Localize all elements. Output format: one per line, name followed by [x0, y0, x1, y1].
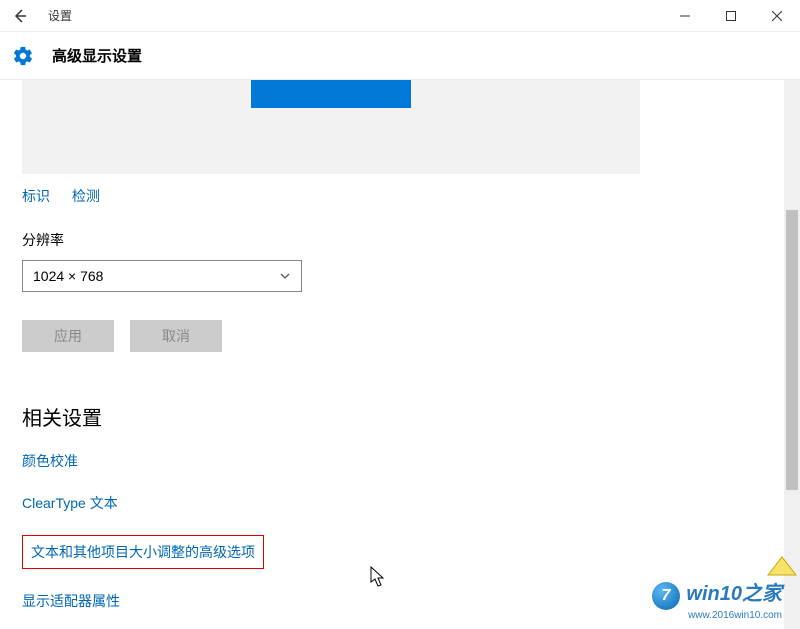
content-area: 标识 检测 分辨率 1024 × 768 应用 取消 相关设置 颜色校准 Cle… [0, 80, 800, 629]
minimize-icon [680, 11, 690, 21]
close-icon [772, 11, 782, 21]
resolution-value: 1024 × 768 [33, 268, 103, 284]
page-header: 高级显示设置 [0, 32, 800, 80]
maximize-button[interactable] [708, 0, 754, 32]
watermark-badge: 7 [652, 582, 680, 610]
resolution-dropdown[interactable]: 1024 × 768 [22, 260, 302, 292]
chevron-down-icon [279, 270, 291, 282]
minimize-button[interactable] [662, 0, 708, 32]
page-title: 高级显示设置 [52, 45, 142, 66]
detect-link[interactable]: 检测 [72, 188, 100, 204]
action-buttons: 应用 取消 [22, 320, 800, 352]
color-calibration-link[interactable]: 颜色校准 [22, 451, 78, 471]
page-curl-icon [764, 553, 800, 577]
watermark-url: www.2016win10.com [652, 610, 782, 621]
text-sizing-advanced-link[interactable]: 文本和其他项目大小调整的高级选项 [31, 544, 255, 560]
gear-icon [12, 45, 34, 67]
highlighted-link-box: 文本和其他项目大小调整的高级选项 [22, 535, 264, 569]
watermark: 7 win10之家 www.2016win10.com [652, 582, 782, 621]
watermark-brand: win10之家 [686, 583, 782, 605]
display-adapter-properties-link[interactable]: 显示适配器属性 [22, 591, 120, 611]
apply-button[interactable]: 应用 [22, 320, 114, 352]
display-preview [22, 80, 640, 174]
cancel-button[interactable]: 取消 [130, 320, 222, 352]
monitor-thumbnail[interactable] [251, 80, 411, 108]
close-button[interactable] [754, 0, 800, 32]
vertical-scrollbar[interactable] [784, 80, 800, 629]
cleartype-link[interactable]: ClearType 文本 [22, 493, 118, 513]
resolution-label: 分辨率 [22, 230, 800, 250]
scrollbar-thumb[interactable] [786, 210, 798, 490]
back-button[interactable] [0, 0, 40, 32]
window-titlebar: 设置 [0, 0, 800, 32]
maximize-icon [726, 11, 736, 21]
window-title: 设置 [48, 7, 72, 24]
display-actions: 标识 检测 [22, 186, 800, 206]
identify-link[interactable]: 标识 [22, 188, 50, 204]
related-settings-heading: 相关设置 [22, 402, 800, 431]
back-arrow-icon [12, 8, 28, 24]
